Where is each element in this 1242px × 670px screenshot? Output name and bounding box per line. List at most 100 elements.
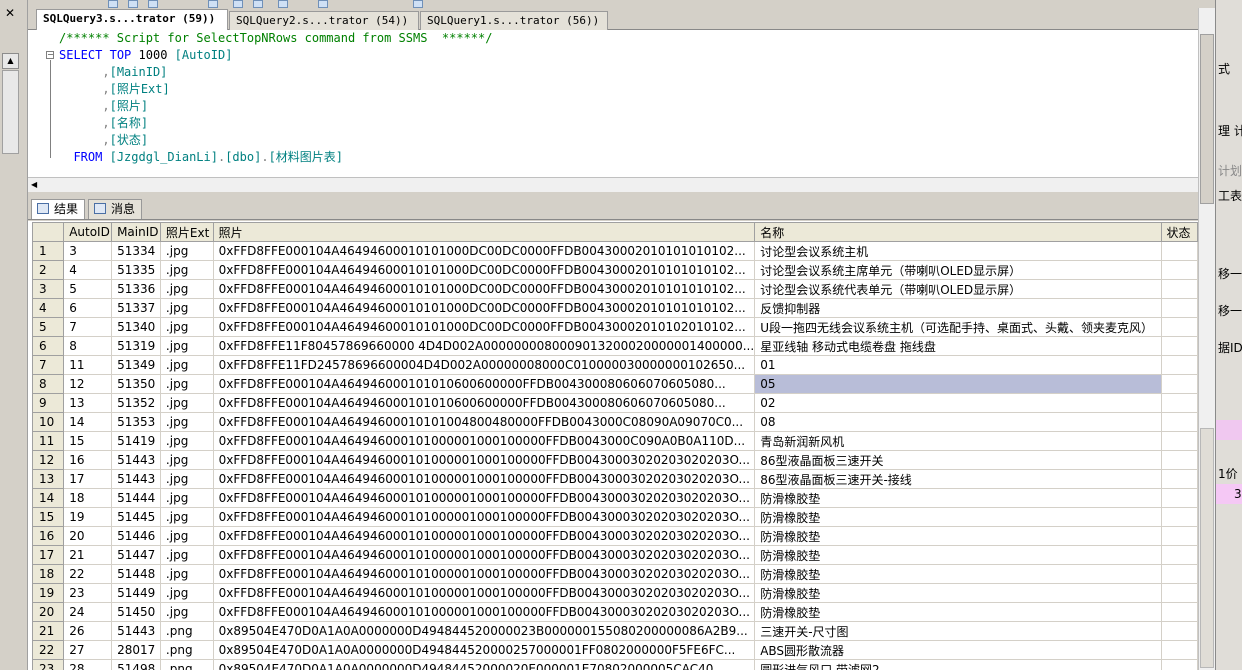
name-cell[interactable]: 青岛新润新风机 <box>754 431 1162 451</box>
table-row[interactable]: 13 17 51443 .jpg 0xFFD8FFE000104A46494600010… <box>31 469 1198 489</box>
table-row[interactable]: 4 6 51337 .jpg 0xFFD8FFE000104A4649460001010… <box>31 298 1198 318</box>
photo-cell[interactable]: 0xFFD8FFE000104A464946000101000001000100… <box>212 564 756 584</box>
ext-cell[interactable]: .jpg <box>159 526 214 546</box>
table-row[interactable]: 22 27 28017 .png 0x89504E470D0A1A0A0000000D4… <box>31 640 1198 660</box>
table-row[interactable]: 3 5 51336 .jpg 0xFFD8FFE000104A4649460001010… <box>31 279 1198 299</box>
photo-cell[interactable]: 0xFFD8FFE000104A464946000101010048004800… <box>212 412 756 432</box>
ext-cell[interactable]: .jpg <box>159 602 214 622</box>
mainid-cell[interactable]: 51353 <box>111 412 161 432</box>
photo-cell[interactable]: 0xFFD8FFE000104A46494600010101000DC00DC0… <box>212 317 756 337</box>
name-cell[interactable]: 三速开关-尺寸图 <box>754 621 1162 641</box>
status-cell[interactable] <box>1160 621 1198 641</box>
ext-cell[interactable]: .jpg <box>159 241 214 261</box>
toolbar-button-icon[interactable] <box>148 0 158 8</box>
autoid-cell[interactable]: 24 <box>63 602 113 622</box>
tab-results[interactable]: 结果 <box>31 199 86 219</box>
status-cell[interactable] <box>1160 545 1198 565</box>
autoid-cell[interactable]: 3 <box>63 241 113 261</box>
sql-editor[interactable]: − /****** Script for SelectTopNRows comm… <box>28 30 1198 177</box>
ext-cell[interactable]: .jpg <box>159 298 214 318</box>
tab-sqlquery3[interactable]: SQLQuery3.s...trator (59)) <box>36 9 228 31</box>
ext-cell[interactable]: .jpg <box>159 336 214 356</box>
status-cell[interactable] <box>1160 431 1198 451</box>
status-cell[interactable] <box>1160 583 1198 603</box>
status-cell[interactable] <box>1160 450 1198 470</box>
row-number-header[interactable] <box>31 222 65 242</box>
toolbar-button-icon[interactable] <box>208 0 218 8</box>
name-cell[interactable]: 防滑橡胶垫 <box>754 507 1162 527</box>
table-row[interactable]: 15 19 51445 .jpg 0xFFD8FFE000104A46494600010… <box>31 507 1198 527</box>
row-number-cell[interactable]: 19 <box>31 583 65 603</box>
row-number-cell[interactable]: 22 <box>31 640 65 660</box>
photo-cell[interactable]: 0xFFD8FFE000104A46494600010101000DC00DC0… <box>212 260 756 280</box>
column-header[interactable]: 照片 <box>212 222 756 242</box>
row-number-cell[interactable]: 20 <box>31 602 65 622</box>
tab-sqlquery1[interactable]: SQLQuery1.s...trator (56)) <box>420 11 608 30</box>
photo-cell[interactable]: 0xFFD8FFE000104A464946000101000001000100… <box>212 431 756 451</box>
table-row[interactable]: 19 23 51449 .jpg 0xFFD8FFE000104A46494600010… <box>31 583 1198 603</box>
autoid-cell[interactable]: 11 <box>63 355 113 375</box>
ext-cell[interactable]: .jpg <box>159 317 214 337</box>
autoid-cell[interactable]: 27 <box>63 640 113 660</box>
autoid-cell[interactable]: 7 <box>63 317 113 337</box>
status-cell[interactable] <box>1160 393 1198 413</box>
ext-cell[interactable]: .jpg <box>159 583 214 603</box>
row-number-cell[interactable]: 1 <box>31 241 65 261</box>
photo-cell[interactable]: 0xFFD8FFE000104A46494600010101000DC00DC0… <box>212 279 756 299</box>
ext-cell[interactable]: .png <box>159 640 214 660</box>
name-cell[interactable]: 星亚线轴 移动式电缆卷盘 拖线盘 <box>754 336 1162 356</box>
photo-cell[interactable]: 0xFFD8FFE000104A464946000101000001000100… <box>212 602 756 622</box>
table-row[interactable]: 11 15 51419 .jpg 0xFFD8FFE000104A46494600010… <box>31 431 1198 451</box>
name-cell[interactable]: 讨论型会议系统代表单元（带喇叭OLED显示屏） <box>754 279 1162 299</box>
name-cell[interactable]: 08 <box>754 412 1162 432</box>
scroll-thumb[interactable] <box>1200 428 1214 668</box>
autoid-cell[interactable]: 28 <box>63 659 113 670</box>
column-header[interactable]: 状态 <box>1160 222 1198 242</box>
vertical-scrollbar[interactable] <box>1198 8 1215 670</box>
mainid-cell[interactable]: 51335 <box>111 260 161 280</box>
photo-cell[interactable]: 0xFFD8FFE000104A464946000101000001000100… <box>212 507 756 527</box>
row-number-cell[interactable]: 7 <box>31 355 65 375</box>
toolbar-button-icon[interactable] <box>278 0 288 8</box>
row-number-cell[interactable]: 17 <box>31 545 65 565</box>
scroll-left-arrow[interactable]: ◀ <box>31 180 37 189</box>
tab-sqlquery2[interactable]: SQLQuery2.s...trator (54)) <box>229 11 419 30</box>
photo-cell[interactable]: 0xFFD8FFE000104A464946000101000001000100… <box>212 469 756 489</box>
status-cell[interactable] <box>1160 298 1198 318</box>
photo-cell[interactable]: 0xFFD8FFE000104A464946000101010600600000… <box>212 393 756 413</box>
photo-cell[interactable]: 0xFFD8FFE11FD24578696600004D4D002A000000… <box>212 355 756 375</box>
autoid-cell[interactable]: 8 <box>63 336 113 356</box>
toolbar-button-icon[interactable] <box>128 0 138 8</box>
editor-horizontal-scrollbar[interactable]: ◀ <box>28 177 1198 192</box>
name-cell[interactable]: 防滑橡胶垫 <box>754 488 1162 508</box>
name-cell[interactable]: 防滑橡胶垫 <box>754 526 1162 546</box>
autoid-cell[interactable]: 21 <box>63 545 113 565</box>
ext-cell[interactable]: .jpg <box>159 260 214 280</box>
ext-cell[interactable]: .jpg <box>159 279 214 299</box>
row-number-cell[interactable]: 18 <box>31 564 65 584</box>
table-row[interactable]: 18 22 51448 .jpg 0xFFD8FFE000104A46494600010… <box>31 564 1198 584</box>
table-row[interactable]: 20 24 51450 .jpg 0xFFD8FFE000104A46494600010… <box>31 602 1198 622</box>
scroll-thumb[interactable] <box>2 70 19 154</box>
mainid-cell[interactable]: 51448 <box>111 564 161 584</box>
table-row[interactable]: 9 13 51352 .jpg 0xFFD8FFE000104A464946000101… <box>31 393 1198 413</box>
autoid-cell[interactable]: 12 <box>63 374 113 394</box>
ext-cell[interactable]: .png <box>159 659 214 670</box>
column-header[interactable]: MainID <box>111 222 161 242</box>
status-cell[interactable] <box>1160 640 1198 660</box>
mainid-cell[interactable]: 51444 <box>111 488 161 508</box>
photo-cell[interactable]: 0x89504E470D0A1A0A0000000D49484452000002… <box>212 621 756 641</box>
photo-cell[interactable]: 0xFFD8FFE000104A464946000101000001000100… <box>212 545 756 565</box>
table-row[interactable]: 21 26 51443 .png 0x89504E470D0A1A0A0000000D4… <box>31 621 1198 641</box>
toolbar-button-icon[interactable] <box>108 0 118 8</box>
autoid-cell[interactable]: 17 <box>63 469 113 489</box>
status-cell[interactable] <box>1160 507 1198 527</box>
row-number-cell[interactable]: 8 <box>31 374 65 394</box>
table-row[interactable]: 5 7 51340 .jpg 0xFFD8FFE000104A4649460001010… <box>31 317 1198 337</box>
status-cell[interactable] <box>1160 336 1198 356</box>
name-cell[interactable]: 反馈抑制器 <box>754 298 1162 318</box>
column-header[interactable]: 名称 <box>754 222 1162 242</box>
ext-cell[interactable]: .jpg <box>159 507 214 527</box>
row-number-cell[interactable]: 16 <box>31 526 65 546</box>
photo-cell[interactable]: 0xFFD8FFE000104A464946000101000001000100… <box>212 488 756 508</box>
